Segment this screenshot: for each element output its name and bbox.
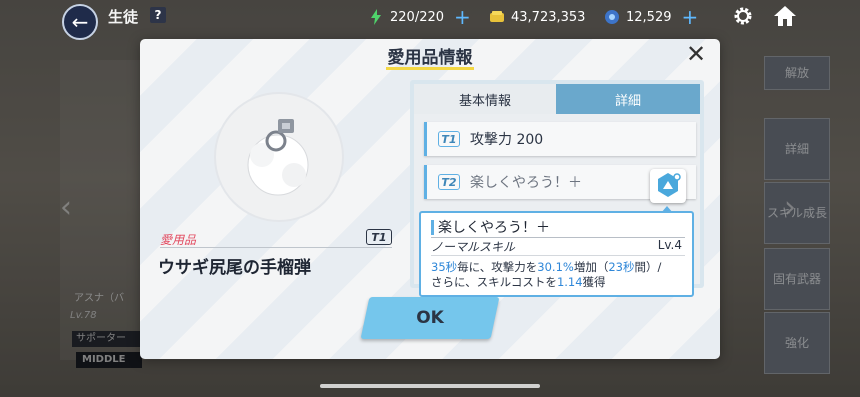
gems-plus-button[interactable]: + (682, 7, 699, 27)
home-indicator[interactable] (320, 384, 540, 388)
close-icon[interactable]: ✕ (684, 42, 708, 67)
desc-text: さらに、スキルコストを (431, 275, 557, 289)
desc-interval: 35秒 (431, 260, 458, 274)
skill-tooltip: 楽しくやろう！＋ ノーマルスキル Lv.4 35秒毎に、攻撃力を30.1%増加（… (419, 211, 694, 297)
gems-counter: 12,529 + (604, 7, 698, 27)
skill-tier-badge: T2 (438, 174, 460, 190)
ap-counter: 220/220 + (368, 7, 471, 27)
modal-title: 愛用品情報 (387, 48, 473, 68)
skill-icon-button[interactable] (650, 169, 686, 203)
back-button[interactable]: ← (62, 4, 98, 40)
screen-title: 生徒 (108, 8, 139, 26)
credits-counter: 43,723,353 (489, 7, 585, 27)
credits-value: 43,723,353 (511, 9, 586, 25)
credits-icon (490, 11, 504, 22)
ok-button-label: OK (416, 308, 444, 328)
tooltip-divider-2 (431, 255, 685, 256)
tab-basic-info[interactable]: 基本情報 (414, 84, 556, 114)
ap-value: 220/220 (390, 9, 445, 25)
desc-text: 増加（ (573, 260, 609, 274)
bunny-tail-grenade-icon (247, 119, 309, 196)
item-name: ウサギ尻尾の手榴弾 (158, 258, 311, 278)
desc-text: 毎に、攻撃力を (457, 260, 538, 274)
skill-tier-badge: T1 (438, 131, 460, 147)
desc-text: 間）/ (634, 260, 662, 274)
tab-details[interactable]: 詳細 (556, 84, 700, 114)
gems-value: 12,529 (626, 9, 672, 25)
item-divider (160, 247, 392, 248)
tooltip-skill-name: 楽しくやろう！＋ (438, 220, 550, 236)
gear-icon[interactable] (732, 5, 754, 27)
skill-text: 楽しくやろう！＋ (470, 175, 582, 191)
desc-attack-bonus: 30.1% (537, 260, 574, 274)
lightning-icon (371, 9, 381, 25)
desc-cost-gain: 1.14 (556, 275, 583, 289)
tooltip-description: 35秒毎に、攻撃力を30.1%増加（23秒間）/ さらに、スキルコストを1.14獲… (431, 260, 687, 290)
skill-text: 攻撃力 200 (470, 132, 544, 148)
ap-plus-button[interactable]: + (454, 7, 471, 27)
skill-hexagon-icon (658, 173, 681, 197)
item-category: 愛用品 (160, 233, 197, 247)
desc-duration: 23秒 (608, 260, 635, 274)
pyroxene-icon (605, 10, 619, 24)
item-tier-badge: T1 (366, 229, 392, 245)
back-arrow-icon: ← (71, 10, 89, 34)
tooltip-skill-level: Lv.4 (657, 238, 682, 252)
help-icon[interactable]: ? (150, 7, 166, 23)
title-underline (386, 67, 474, 70)
item-info-modal: 愛用品情報 ✕ 愛用品 T1 ウサギ尻尾の手榴弾 基本情報 詳細 T1 攻撃力 … (140, 39, 720, 359)
tooltip-accent-bar (431, 220, 434, 235)
desc-text: 獲得 (582, 275, 606, 289)
skill-row-t1[interactable]: T1 攻撃力 200 (424, 122, 696, 156)
tooltip-skill-type: ノーマルスキル (431, 240, 516, 254)
home-icon[interactable] (772, 4, 798, 28)
top-bar: ← 生徒 ? 220/220 + 43,723,353 12,529 + (0, 0, 860, 40)
